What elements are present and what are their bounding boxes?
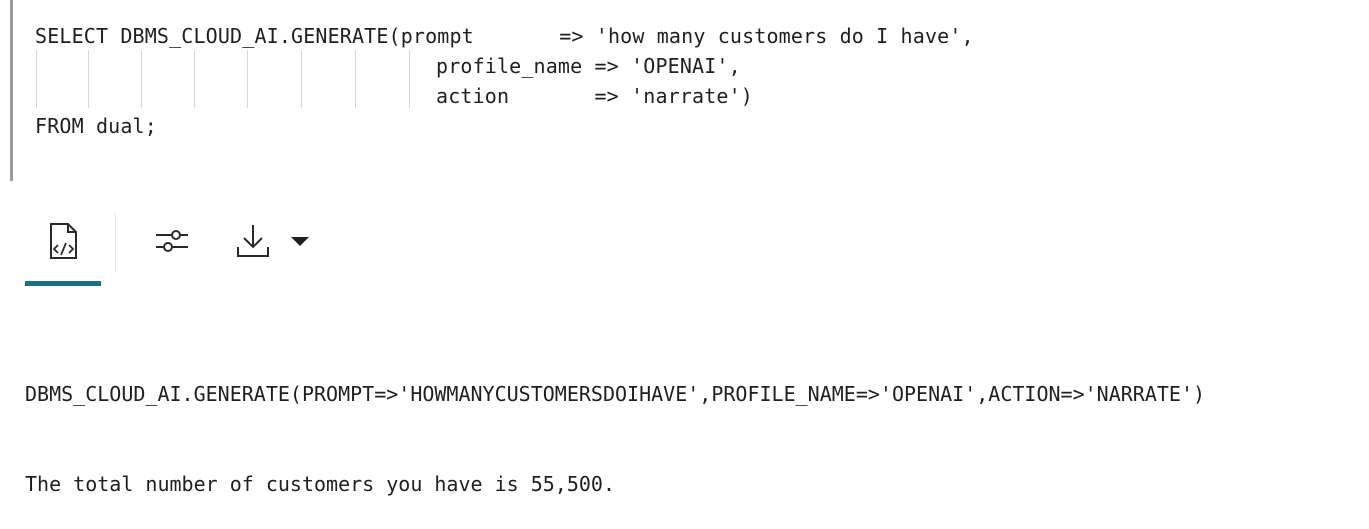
output-line-result: The total number of customers you have i… — [25, 472, 616, 496]
sql-editor[interactable]: SELECT DBMS_CLOUD_AI.GENERATE(prompt => … — [0, 0, 1369, 182]
indent-guide — [141, 50, 142, 108]
script-output-panel: DBMS_CLOUD_AI.GENERATE(PROMPT=>'HOWMANYC… — [25, 319, 1205, 529]
editor-left-border — [10, 0, 13, 181]
download-options-dropdown[interactable] — [287, 229, 313, 253]
indent-guide — [247, 50, 248, 108]
active-tab-indicator — [25, 281, 101, 286]
code-line-select[interactable]: SELECT DBMS_CLOUD_AI.GENERATE(prompt => … — [35, 23, 974, 49]
indent-guide — [409, 50, 410, 108]
indent-guide — [301, 50, 302, 108]
download-button[interactable] — [231, 219, 275, 263]
download-icon — [237, 225, 269, 257]
indent-guide — [355, 50, 356, 108]
query-settings-icon — [156, 230, 188, 252]
indent-guide — [194, 50, 195, 108]
toolbar-divider — [115, 213, 116, 271]
dropdown-caret-icon — [291, 237, 309, 246]
script-output-icon — [50, 223, 77, 259]
code-line-action[interactable]: action => 'narrate') — [436, 83, 753, 109]
query-settings-button[interactable] — [150, 221, 194, 261]
indent-guide — [36, 50, 37, 108]
script-output-tab[interactable] — [44, 219, 84, 263]
output-toolbar — [0, 205, 600, 295]
code-line-profile[interactable]: profile_name => 'OPENAI', — [436, 53, 741, 79]
code-line-from[interactable]: FROM dual; — [35, 113, 157, 139]
output-line-command: DBMS_CLOUD_AI.GENERATE(PROMPT=>'HOWMANYC… — [25, 382, 1206, 406]
indent-guide — [88, 50, 89, 108]
